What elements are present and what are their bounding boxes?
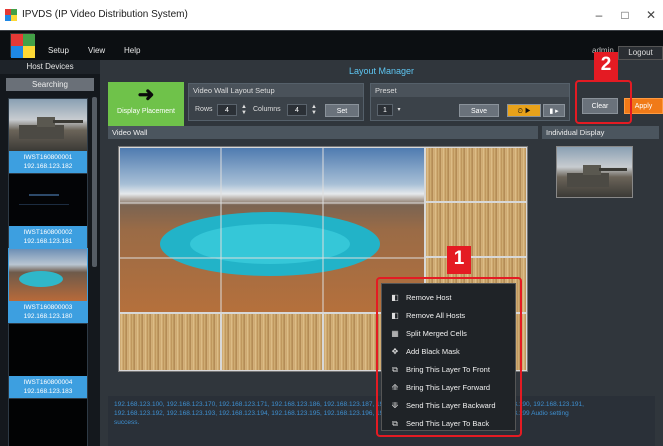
menu-view[interactable]: View [88, 46, 105, 55]
preset-select[interactable]: 1 [377, 104, 393, 116]
logout-button[interactable]: Logout [618, 46, 663, 60]
video-wall-header: Video Wall [108, 126, 538, 139]
wall-cell[interactable] [425, 202, 527, 257]
app-icon [5, 9, 17, 21]
device-card[interactable]: IWST160800004 192.168.123.183 [8, 323, 88, 399]
rows-label: Rows [195, 106, 213, 113]
device-card[interactable]: IWST160800003 192.168.123.180 [8, 248, 88, 324]
display-placement-label: Display Placement [117, 108, 175, 115]
preset-title: Preset [371, 84, 569, 97]
device-ip: 192.168.123.183 [23, 388, 73, 395]
individual-display-header: Individual Display [542, 126, 659, 139]
app-window: IPVDS (IP Video Distribution System) – □… [0, 0, 663, 446]
annotation-box-2 [575, 80, 632, 124]
searching-button[interactable]: Searching [6, 78, 94, 91]
app-logo [10, 33, 35, 58]
save-button[interactable]: Save [459, 104, 499, 117]
device-card[interactable] [8, 398, 88, 446]
device-card[interactable]: IWST160800001 192.168.123.182 [8, 98, 88, 174]
device-ip: 192.168.123.180 [23, 313, 73, 320]
device-name: IWST160800003 [23, 304, 73, 311]
annotation-badge-2: 2 [594, 52, 618, 80]
maximize-button[interactable]: □ [615, 6, 635, 24]
arrow-right-icon: ➜ [137, 84, 155, 106]
columns-input[interactable]: 4 [287, 104, 307, 116]
device-name: IWST160800004 [23, 379, 73, 386]
tank-image [567, 165, 627, 187]
rows-input[interactable]: 4 [217, 104, 237, 116]
sidebar-scrollbar[interactable] [92, 97, 97, 267]
set-button[interactable]: Set [325, 104, 359, 117]
sidebar-header: Host Devices [0, 60, 100, 74]
columns-spinner[interactable]: ▲ ▼ [309, 104, 319, 116]
video-wall-layout-setup: Video Wall Layout Setup Rows 4 ▲ ▼ Column… [188, 83, 364, 121]
menu-bar: Setup View Help admin Logout [0, 30, 663, 60]
menu-setup[interactable]: Setup [48, 46, 69, 55]
individual-display-preview [556, 146, 633, 198]
menu-help[interactable]: Help [124, 46, 140, 55]
title-bar: IPVDS (IP Video Distribution System) – □… [0, 0, 663, 30]
device-thumbnail [9, 249, 87, 301]
minimize-button[interactable]: – [589, 6, 609, 24]
annotation-box-1 [376, 277, 522, 437]
device-name: IWST160800002 [23, 229, 73, 236]
wall-cell[interactable] [119, 313, 221, 371]
close-button[interactable]: ✕ [641, 6, 661, 24]
device-thumbnail [9, 99, 87, 151]
layout-manager-title: Layout Manager [348, 66, 415, 76]
tank-image [19, 117, 83, 139]
wall-cell[interactable] [425, 147, 527, 202]
host-devices-sidebar: Host Devices Searching IWST160800001 192.… [0, 60, 100, 446]
device-name: IWST160800001 [23, 154, 73, 161]
device-ip: 192.168.123.181 [23, 238, 73, 245]
device-ip: 192.168.123.182 [23, 163, 73, 170]
timer-play-button[interactable]: ⏲ ▶ [507, 104, 541, 117]
window-title: IPVDS (IP Video Distribution System) [22, 9, 188, 20]
device-card[interactable]: IWST160800002 192.168.123.181 [8, 173, 88, 249]
display-placement-button[interactable]: ➜ Display Placement [108, 82, 184, 128]
lake-image [19, 271, 63, 287]
dark-image [19, 194, 69, 205]
columns-label: Columns [253, 106, 281, 113]
annotation-badge-1: 1 [447, 246, 471, 274]
pause-button[interactable]: ▮ ▸ [543, 104, 565, 117]
device-thumbnail [9, 324, 87, 376]
wall-cell[interactable] [221, 313, 323, 371]
chevron-down-icon[interactable]: ▾ [394, 104, 404, 116]
rows-spinner[interactable]: ▲ ▼ [239, 104, 249, 116]
device-thumbnail [9, 174, 87, 226]
device-thumbnail [9, 399, 87, 446]
preset-group: Preset 1 ▾ Save ⏲ ▶ ▮ ▸ [370, 83, 570, 121]
layout-setup-title: Video Wall Layout Setup [189, 84, 363, 97]
